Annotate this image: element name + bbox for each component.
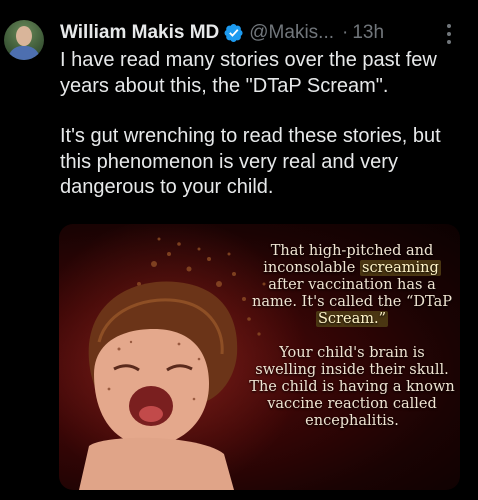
profile-avatar[interactable] <box>4 20 44 60</box>
tweet-paragraph-1: I have read many stories over the past f… <box>60 49 437 97</box>
author-handle[interactable]: @Makis... <box>249 22 334 44</box>
more-options-icon[interactable] <box>443 24 455 44</box>
caption-paragraph-2: Your child's brain is swelling inside th… <box>249 345 455 429</box>
tweet-paragraph-2: It's gut wrenching to read these stories… <box>60 125 441 198</box>
author-name[interactable]: William Makis MD <box>60 22 219 44</box>
tweet-image[interactable]: That high-pitched and inconsolable screa… <box>59 224 460 490</box>
tweet-text: I have read many stories over the past f… <box>60 48 465 201</box>
timestamp[interactable]: 13h <box>352 22 384 44</box>
image-caption: That high-pitched and inconsolable screa… <box>247 243 457 430</box>
tweet-header: William Makis MD @Makis... · 13h <box>60 20 470 46</box>
highlight-scream: Scream.” <box>316 311 388 327</box>
separator-dot: · <box>342 22 349 43</box>
verified-badge-icon <box>224 24 243 42</box>
highlight-screaming: screaming <box>360 260 441 276</box>
caption-paragraph-1: That high-pitched and inconsolable screa… <box>252 243 452 327</box>
